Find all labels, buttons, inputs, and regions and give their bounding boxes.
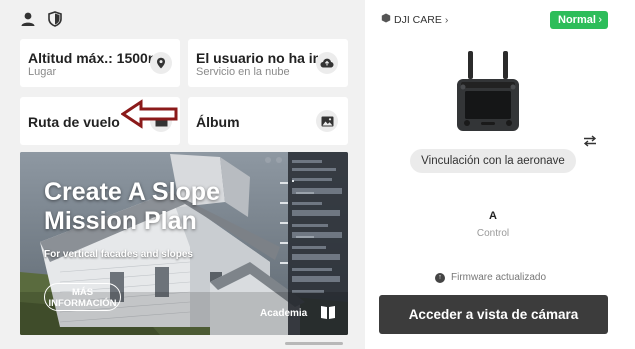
image-icon: [316, 110, 338, 132]
arrow-up-icon: ↑: [435, 272, 445, 283]
scroll-indicator[interactable]: [285, 342, 343, 345]
link-aircraft-button[interactable]: Vinculación con la aeronave: [410, 149, 576, 173]
left-panel: Altitud máx.: 1500m Lugar El usuario no …: [0, 0, 365, 349]
controller-label: Control: [476, 228, 510, 239]
dji-care-icon: [381, 13, 391, 26]
chevron-right-icon: ›: [444, 13, 449, 26]
location-pin-icon: [150, 52, 172, 74]
dji-care-link[interactable]: DJI CARE ›: [381, 13, 448, 26]
firmware-status-label: Firmware actualizado: [451, 272, 547, 283]
cloud-icon: [316, 52, 338, 74]
more-info-button[interactable]: MÁS INFORMACIÓN: [44, 283, 121, 311]
enter-camera-view-button[interactable]: Acceder a vista de cámara: [379, 295, 608, 334]
book-icon[interactable]: [320, 304, 336, 320]
top-icon-bar: [20, 11, 63, 27]
dji-care-label: DJI CARE: [394, 13, 442, 26]
album-card[interactable]: Álbum: [188, 97, 348, 145]
academy-label[interactable]: Academia: [260, 308, 307, 319]
remote-controller-image: [457, 51, 519, 131]
status-normal-label: Normal: [558, 14, 596, 26]
cloud-user-card[interactable]: El usuario no ha in Servicio en la nube: [188, 39, 348, 87]
status-normal-button[interactable]: Normal ›: [550, 11, 608, 29]
user-icon[interactable]: [20, 11, 36, 27]
album-title: Álbum: [196, 114, 240, 130]
user-status-subtitle: Servicio en la nube: [196, 66, 290, 78]
right-panel: DJI CARE › Normal › Vinculación con la a…: [365, 0, 635, 349]
firmware-status[interactable]: ↑ Firmware actualizado: [435, 272, 546, 283]
flight-route-title: Ruta de vuelo: [28, 114, 120, 130]
swap-icon[interactable]: [583, 135, 597, 147]
chevron-right-icon: ›: [598, 14, 602, 26]
altitude-subtitle: Lugar: [28, 66, 57, 78]
altitude-card[interactable]: Altitud máx.: 1500m Lugar: [20, 39, 180, 87]
more-info-label: MÁS INFORMACIÓN: [48, 287, 117, 309]
banner-headline: Create A Slope Mission Plan: [44, 178, 220, 236]
controller-letter: A: [489, 210, 497, 222]
banner-subtitle: For vertical facades and slopes: [44, 249, 193, 260]
user-status-title: El usuario no ha in: [196, 50, 318, 66]
red-arrow-annotation: [121, 99, 178, 129]
altitude-title: Altitud máx.: 1500m: [28, 50, 158, 66]
banner-headline-line: Create A Slope Mission Plan: [44, 178, 220, 235]
mission-banner[interactable]: Create A Slope Mission Plan For vertical…: [20, 152, 348, 335]
shield-icon[interactable]: [47, 11, 63, 27]
